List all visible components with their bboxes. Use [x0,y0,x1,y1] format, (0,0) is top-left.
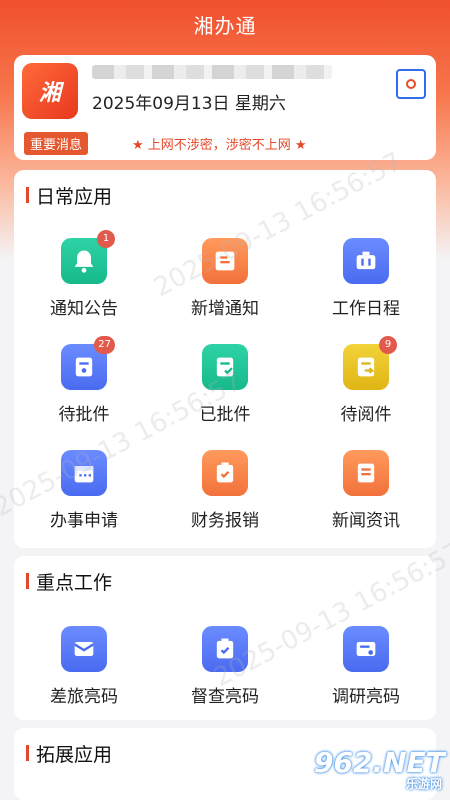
app-label: 新闻资讯 [332,511,400,531]
app-schedule[interactable]: 工作日程 [306,238,426,319]
document-check-icon [202,344,248,390]
app-inspection-code[interactable]: 督查亮码 [165,626,285,707]
user-card: 湘 2025年09月13日 星期六 重要消息 ★ 上网不涉密，涉密不上网 ★ [14,55,436,160]
app-label: 调研亮码 [332,687,400,707]
app-label: 待批件 [58,405,110,425]
briefcase-icon [343,238,389,284]
book-icon [202,238,248,284]
app-label: 工作日程 [332,299,400,319]
document-forward-icon: 9 [343,336,397,390]
app-logo-text: 湘 [38,80,61,106]
app-approved[interactable]: 已批件 [165,344,285,425]
app-title: 湘办通 [193,14,257,38]
app-research-code[interactable]: 调研亮码 [306,626,426,707]
app-label: 差旅亮码 [50,687,118,707]
app-to-read[interactable]: 9 待阅件 [306,336,426,425]
card-check-icon [343,626,389,672]
current-date: 2025年09月13日 星期六 [92,94,286,114]
clipboard-icon [202,626,248,672]
security-notice: ★ 上网不涉密，涉密不上网 ★ [132,138,307,153]
calendar-icon [61,450,107,496]
daily-apps-title: 日常应用 [25,182,112,209]
to-read-count-badge: 9 [379,336,397,354]
important-message-badge[interactable]: 重要消息 [24,132,89,155]
app-label: 督查亮码 [191,687,259,707]
site-watermark-logo: 962.NET 乐游网 [314,746,445,792]
app-label: 新增通知 [191,299,259,319]
app-new-notice[interactable]: 新增通知 [165,238,285,319]
scan-icon[interactable] [396,69,426,99]
bell-icon: 1 [61,230,115,284]
notice-count-badge: 1 [97,230,115,248]
key-work-title: 重点工作 [25,568,112,595]
envelope-icon [61,626,107,672]
news-icon [343,450,389,496]
document-user-icon: 27 [61,336,115,390]
key-work-card: 重点工作 差旅亮码 督查亮码 调研亮码 [14,556,436,720]
app-label: 办事申请 [50,511,118,531]
app-label: 待阅件 [340,405,392,425]
extended-apps-title: 拓展应用 [25,740,112,767]
app-label: 财务报销 [191,511,259,531]
user-name-redacted [92,65,332,79]
app-logo: 湘 [22,63,78,119]
app-reimbursement[interactable]: 财务报销 [165,450,285,531]
app-notice[interactable]: 1 通知公告 [24,230,144,319]
app-pending-approval[interactable]: 27 待批件 [24,336,144,425]
app-travel-code[interactable]: 差旅亮码 [24,626,144,707]
clipboard-check-icon [202,450,248,496]
pending-count-badge: 27 [94,336,115,354]
app-label: 通知公告 [50,299,118,319]
daily-apps-card: 日常应用 1 通知公告 新增通知 工作日程 27 待批件 已批件 9 待阅件 办… [14,170,436,548]
app-label: 已批件 [199,405,251,425]
app-news[interactable]: 新闻资讯 [306,450,426,531]
app-application[interactable]: 办事申请 [24,450,144,531]
